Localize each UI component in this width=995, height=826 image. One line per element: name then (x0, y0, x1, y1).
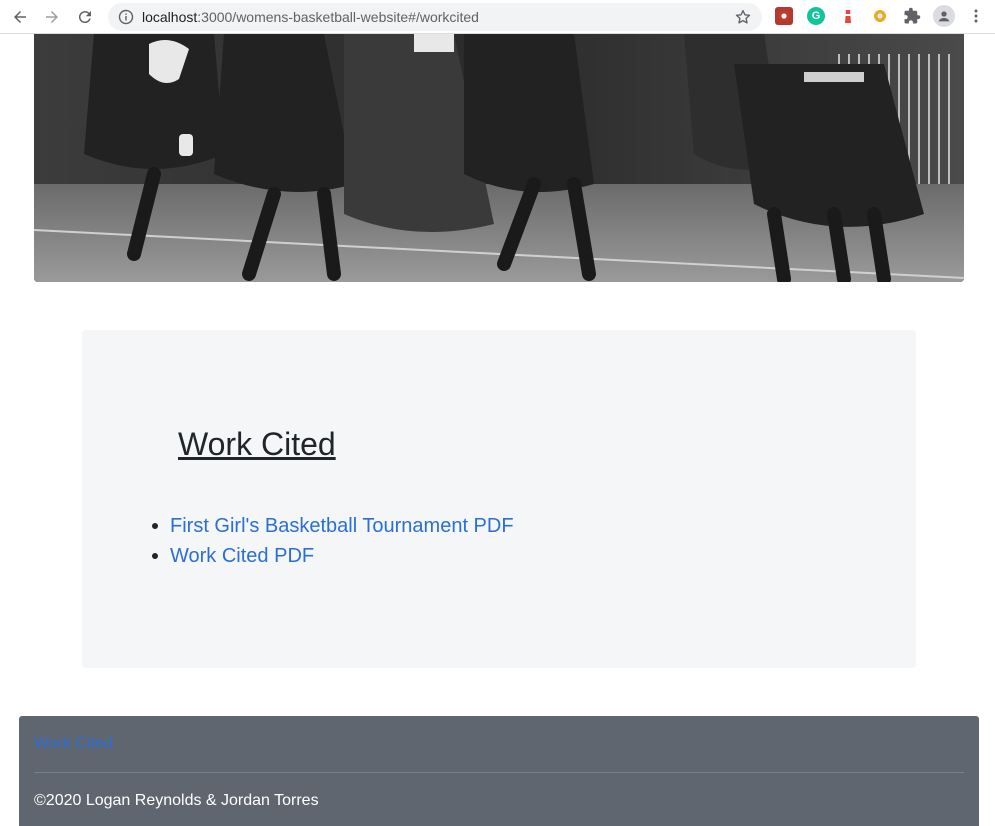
star-icon[interactable] (734, 8, 752, 26)
address-bar[interactable]: localhost:3000/womens-basketball-website… (108, 3, 762, 31)
footer-nav-link[interactable]: Work Cited (34, 735, 113, 753)
work-cited-pdf-link[interactable]: Work Cited PDF (170, 545, 314, 567)
reload-icon[interactable] (74, 6, 96, 28)
citation-list: First Girl's Basketball Tournament PDF W… (152, 514, 514, 574)
work-cited-panel: Work Cited First Girl's Basketball Tourn… (82, 330, 916, 668)
copyright-text: ©2020 Logan Reynolds & Jordan Torres (34, 792, 319, 809)
profile-icon[interactable] (933, 5, 955, 27)
grammarly-icon[interactable]: G (807, 7, 825, 25)
extension-lighthouse-icon[interactable] (839, 7, 857, 25)
forward-icon[interactable] (41, 6, 63, 28)
menu-icon[interactable] (967, 7, 985, 25)
info-icon[interactable] (118, 9, 134, 25)
browser-toolbar: localhost:3000/womens-basketball-website… (0, 0, 995, 34)
tournament-pdf-link[interactable]: First Girl's Basketball Tournament PDF (170, 515, 514, 537)
bullet-icon (152, 553, 158, 559)
page-title: Work Cited (178, 426, 336, 462)
hero-image (34, 34, 964, 282)
url-text: localhost:3000/womens-basketball-website… (142, 9, 479, 25)
extension-red-icon[interactable] (775, 7, 793, 25)
back-icon[interactable] (9, 6, 31, 28)
url-host: localhost (142, 9, 198, 25)
extension-gear-icon[interactable] (871, 7, 889, 25)
footer-divider (34, 772, 964, 773)
bullet-icon (152, 523, 158, 529)
puzzle-icon[interactable] (903, 7, 921, 25)
footer: Work Cited ©2020 Logan Reynolds & Jordan… (19, 716, 979, 826)
list-item: Work Cited PDF (152, 544, 514, 574)
list-item: First Girl's Basketball Tournament PDF (152, 514, 514, 544)
url-path: :3000/womens-basketball-website#/workcit… (197, 9, 479, 25)
